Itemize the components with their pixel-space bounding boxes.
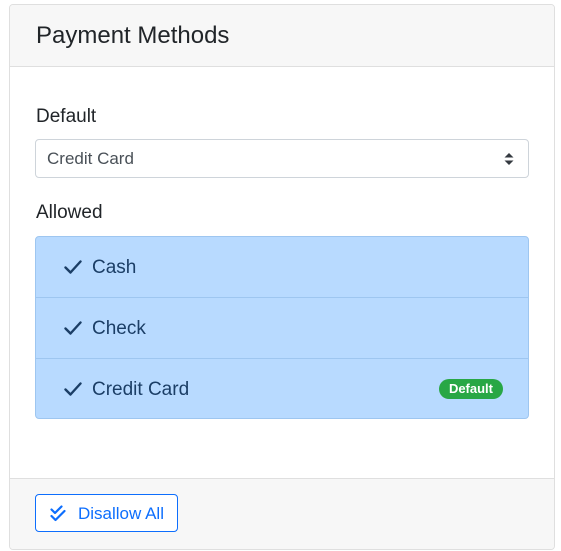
list-item-label: Check: [92, 318, 146, 339]
check-icon: [64, 382, 82, 396]
list-item-credit-card[interactable]: Credit Card Default: [36, 359, 528, 418]
check-icon: [64, 260, 82, 274]
default-method-select[interactable]: Credit Card: [35, 139, 529, 178]
card-title: Payment Methods: [36, 22, 230, 49]
disallow-all-button[interactable]: Disallow All: [35, 494, 178, 532]
default-badge: Default: [438, 379, 503, 399]
payment-methods-card: Payment Methods Default Credit Card Allo…: [9, 4, 555, 550]
caret-up-down-icon: [504, 153, 514, 165]
disallow-all-label: Disallow All: [78, 504, 164, 523]
list-item-label: Cash: [92, 257, 137, 278]
default-label: Default: [36, 106, 97, 127]
card-footer: Disallow All: [10, 478, 554, 549]
list-item-cash[interactable]: Cash: [36, 237, 528, 298]
list-item-check[interactable]: Check: [36, 298, 528, 359]
allowed-methods-list: Cash Check Credit Card Default: [35, 236, 529, 419]
double-check-icon: [50, 505, 66, 522]
check-icon: [64, 321, 82, 335]
default-method-value: Credit Card: [47, 149, 134, 168]
card-header: Payment Methods: [10, 5, 554, 67]
allowed-label: Allowed: [36, 202, 103, 223]
list-item-label: Credit Card: [92, 379, 190, 400]
